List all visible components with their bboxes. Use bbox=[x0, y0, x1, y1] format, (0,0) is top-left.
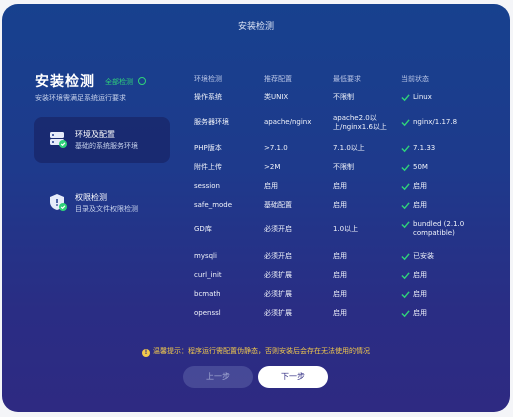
row-recommended: 必须扩展 bbox=[264, 290, 292, 298]
sidebar-item-title: 权限检测 bbox=[75, 193, 107, 202]
status-label: 全部检测 bbox=[105, 78, 133, 86]
row-recommended: 基础配置 bbox=[264, 201, 292, 209]
sidebar-item-subtitle: 目录及文件权限检测 bbox=[75, 205, 138, 213]
check-icon bbox=[401, 119, 410, 127]
page-heading: 安装检测 bbox=[35, 74, 95, 90]
check-icon bbox=[401, 183, 410, 191]
check-icon bbox=[401, 94, 410, 102]
row-minimum: 不限制 bbox=[333, 163, 354, 171]
row-name: session bbox=[194, 182, 220, 190]
row-current: 7.1.33 bbox=[401, 144, 491, 153]
row-current-value: 已安装 bbox=[413, 252, 434, 260]
page-description: 安装环境需满足系统运行要求 bbox=[35, 94, 126, 102]
row-current: 50M bbox=[401, 163, 491, 172]
check-icon bbox=[401, 310, 410, 318]
row-current-value: Linux bbox=[413, 93, 432, 101]
row-current-value: 启用 bbox=[413, 290, 427, 298]
check-icon bbox=[401, 145, 410, 153]
row-current: 启用 bbox=[401, 271, 491, 280]
row-current-value: 启用 bbox=[413, 309, 427, 317]
row-minimum: 启用 bbox=[333, 201, 347, 209]
check-icon bbox=[401, 253, 410, 261]
row-name: GD库 bbox=[194, 225, 212, 233]
row-current: Linux bbox=[401, 93, 491, 102]
row-name: PHP版本 bbox=[194, 144, 222, 152]
row-name: safe_mode bbox=[194, 201, 233, 209]
warning-icon: ! bbox=[142, 349, 150, 357]
column-header-recommended: 推荐配置 bbox=[264, 75, 292, 83]
row-current-value: 启用 bbox=[413, 182, 427, 190]
shield-check-icon bbox=[50, 194, 67, 211]
row-recommended: >7.1.0 bbox=[264, 144, 288, 152]
row-recommended: 必须开启 bbox=[264, 225, 292, 233]
row-recommended: 必须扩展 bbox=[264, 271, 292, 279]
row-current-value: 50M bbox=[413, 163, 428, 171]
row-recommended: 类UNIX bbox=[264, 93, 289, 101]
row-current-value: nginx/1.17.8 bbox=[413, 118, 458, 126]
row-name: 附件上传 bbox=[194, 163, 222, 171]
row-current: nginx/1.17.8 bbox=[401, 118, 491, 127]
sidebar-item-environment[interactable]: 环境及配置 基础的系统服务环境 bbox=[34, 117, 170, 163]
row-minimum: 启用 bbox=[333, 182, 347, 190]
row-current: 启用 bbox=[401, 201, 491, 210]
row-minimum: 1.0以上 bbox=[333, 225, 359, 233]
server-check-icon bbox=[50, 132, 67, 148]
row-current-value: 启用 bbox=[413, 271, 427, 279]
next-step-button[interactable]: 下一步 bbox=[258, 366, 328, 388]
row-name: mysqli bbox=[194, 252, 217, 260]
dialog-title: 安装检测 bbox=[237, 22, 274, 32]
row-name: 服务器环境 bbox=[194, 118, 229, 126]
row-current: 已安装 bbox=[401, 252, 491, 261]
column-header-minimum: 最低要求 bbox=[333, 75, 361, 83]
row-minimum: 7.1.0以上 bbox=[333, 144, 365, 152]
row-minimum: 启用 bbox=[333, 252, 347, 260]
row-minimum: 启用 bbox=[333, 290, 347, 298]
notice-bar: ! 温馨提示：程序运行需配置伪静态，否则安装后会存在无法使用的情况 bbox=[2, 346, 510, 357]
check-icon bbox=[401, 272, 410, 280]
row-recommended: >2M bbox=[264, 163, 281, 171]
row-minimum: 不限制 bbox=[333, 93, 354, 101]
row-recommended: 必须扩展 bbox=[264, 309, 292, 317]
notice-text: 温馨提示：程序运行需配置伪静态，否则安装后会存在无法使用的情况 bbox=[153, 347, 370, 355]
row-recommended: apache/nginx bbox=[264, 118, 312, 126]
row-name: bcmath bbox=[194, 290, 221, 298]
sidebar-item-permission[interactable]: 权限检测 目录及文件权限检测 bbox=[34, 180, 170, 226]
row-current: 启用 bbox=[401, 182, 491, 191]
row-current-value: 启用 bbox=[413, 201, 427, 209]
row-minimum: 启用 bbox=[333, 271, 347, 279]
row-minimum: apache2.0以上/nginx1.6以上 bbox=[333, 114, 387, 131]
row-current-value: 7.1.33 bbox=[413, 144, 436, 152]
row-minimum: 启用 bbox=[333, 309, 347, 317]
row-name: 操作系统 bbox=[194, 93, 222, 101]
column-header-current: 当前状态 bbox=[401, 75, 429, 83]
row-current: 启用 bbox=[401, 309, 491, 318]
row-name: openssl bbox=[194, 309, 221, 317]
row-current-value: bundled (2.1.0 compatible) bbox=[413, 220, 465, 237]
check-icon bbox=[401, 164, 410, 172]
row-name: curl_init bbox=[194, 271, 222, 279]
sidebar-item-title: 环境及配置 bbox=[75, 130, 115, 139]
row-recommended: 必须开启 bbox=[264, 252, 292, 260]
row-current: 启用 bbox=[401, 290, 491, 299]
row-recommended: 启用 bbox=[264, 182, 278, 190]
prev-step-button[interactable]: 上一步 bbox=[183, 366, 253, 388]
check-icon bbox=[401, 291, 410, 299]
row-current: bundled (2.1.0 compatible) bbox=[401, 220, 491, 238]
column-header-check: 环境检测 bbox=[194, 75, 222, 83]
status-circle-icon bbox=[138, 77, 146, 85]
check-icon bbox=[401, 202, 410, 210]
sidebar-item-subtitle: 基础的系统服务环境 bbox=[75, 142, 138, 150]
install-check-dialog: 安装检测 安装检测 全部检测 安装环境需满足系统运行要求 环境及配置 基础的系统… bbox=[2, 4, 510, 412]
check-icon bbox=[401, 221, 410, 229]
